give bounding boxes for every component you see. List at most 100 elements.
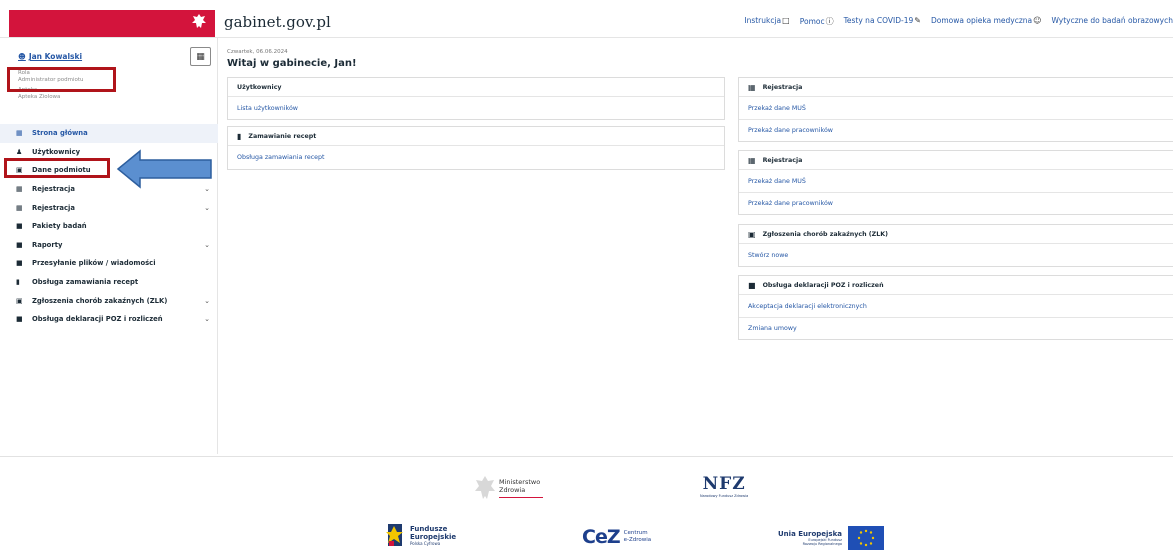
fe-sub: Polska Cyfrowa bbox=[410, 541, 441, 546]
card-uzytkownicy: Użytkownicy Lista użytkowników bbox=[227, 77, 725, 120]
site-name-link[interactable]: gabinet.gov.pl bbox=[224, 13, 331, 31]
sidebar-item-obsluga-recept[interactable]: ▮ Obsługa zamawiania recept bbox=[0, 273, 218, 292]
mz-line1: Ministerstwo bbox=[499, 477, 541, 486]
card-header: ▣ Zgłoszenia chorób zakaźnych (ZLK) bbox=[739, 225, 1173, 244]
link-przekaz-dane-pracownikow[interactable]: Przekaż dane pracowników bbox=[739, 192, 1173, 214]
fe-star-icon bbox=[386, 524, 403, 546]
logout-button[interactable]: ▦ bbox=[190, 47, 211, 66]
logo-ministerstwo-zdrowia[interactable]: Ministerstwo Zdrowia bbox=[474, 474, 543, 502]
eagle-emblem-icon bbox=[475, 476, 495, 499]
card-title: Zamawianie recept bbox=[248, 132, 317, 140]
cez-line2: e-Zdrowia bbox=[623, 537, 652, 543]
card-title: Rejestracja bbox=[762, 156, 803, 164]
logout-icon: ▦ bbox=[196, 51, 205, 62]
apteka-value: Apteka Ziolowa bbox=[18, 94, 61, 100]
document-icon: ■ bbox=[16, 222, 23, 231]
calendar-icon: ▦ bbox=[748, 82, 756, 92]
card-title: Obsługa deklaracji POZ i rozliczeń bbox=[762, 281, 884, 289]
card-rejestracja: ▦ Rejestracja Przekaż dane MUŚ Przekaż da… bbox=[738, 77, 1173, 142]
card-header: ▮ Zamawianie recept bbox=[228, 127, 724, 146]
sidebar-item-label: Raporty bbox=[32, 240, 63, 249]
current-date: Czwartek, 06.06.2024 bbox=[227, 49, 288, 55]
calendar-icon: ▦ bbox=[16, 185, 23, 194]
link-przekaz-dane-mus[interactable]: Przekaż dane MUŚ bbox=[739, 170, 1173, 192]
sidebar-item-label: Obsługa zamawiania recept bbox=[32, 278, 139, 287]
card-zamawianie-recept: ▮ Zamawianie recept Obsługa zamawiania re… bbox=[227, 126, 725, 170]
sidebar-item-rejestracja-2[interactable]: ▦ Rejestracja ⌄ bbox=[0, 198, 218, 217]
chevron-down-icon: ⌄ bbox=[204, 240, 210, 249]
nfz-text: NFZ bbox=[702, 474, 746, 494]
logo-nfz[interactable]: NFZ Narodowy Fundusz Zdrowia bbox=[700, 474, 748, 498]
chevron-down-icon: ⌄ bbox=[204, 315, 210, 324]
sidebar-item-label: Zgłoszenia chorób zakaźnych (ZLK) bbox=[32, 296, 168, 305]
book-icon: □ bbox=[782, 16, 790, 25]
nav-pomoc[interactable]: Pomocⓘ bbox=[800, 16, 834, 27]
document-icon: ■ bbox=[16, 315, 23, 324]
link-stworz-nowe[interactable]: Stwórz nowe bbox=[739, 244, 1173, 266]
fe-line1: Fundusze bbox=[410, 525, 448, 533]
nav-domowa-opieka[interactable]: Domowa opieka medyczna☺ bbox=[931, 16, 1041, 27]
card-title: Rejestracja bbox=[762, 83, 803, 91]
nav-label: Instrukcja bbox=[744, 16, 782, 25]
fe-line2: Europejskie bbox=[410, 533, 457, 541]
sidebar-item-label: Pakiety badań bbox=[32, 222, 87, 231]
logo-cez[interactable]: CeZ Centrum e-Zdrowia bbox=[582, 526, 651, 548]
cez-line1: Centrum bbox=[623, 530, 648, 536]
sidebar-item-przesylanie-plikow[interactable]: ■ Przesyłanie plików / wiadomości bbox=[0, 254, 218, 273]
document-icon: ■ bbox=[16, 240, 23, 249]
user-icon: ☻ bbox=[18, 52, 26, 61]
sidebar: ☻ Jan Kowalski ▦ Rola Administrator podm… bbox=[0, 38, 218, 454]
card-header: ▦ Rejestracja bbox=[739, 151, 1173, 170]
link-akceptacja-deklaracji[interactable]: Akceptacja deklaracji elektronicznych bbox=[739, 295, 1173, 317]
link-zmiana-umowy[interactable]: Zmiana umowy bbox=[739, 317, 1173, 339]
sidebar-item-raporty[interactable]: ■ Raporty ⌄ bbox=[0, 236, 218, 255]
calendar-icon: ▦ bbox=[748, 155, 756, 165]
calendar-icon: ▦ bbox=[16, 203, 23, 212]
cez-text: CeZ bbox=[582, 526, 621, 548]
mz-line2: Zdrowia bbox=[499, 485, 526, 494]
sidebar-item-zlk[interactable]: ▣ Zgłoszenia chorób zakaźnych (ZLK) ⌄ bbox=[0, 291, 218, 310]
card-title: Użytkownicy bbox=[228, 78, 724, 97]
nav-label: Wytyczne do badań obrazowych bbox=[1051, 16, 1173, 25]
app-root: gabinet.gov.pl Instrukcja□ Pomocⓘ Testy … bbox=[0, 0, 1173, 551]
grid-icon: ▦ bbox=[16, 129, 23, 138]
sidebar-item-strona-glowna[interactable]: ▦ Strona główna bbox=[0, 124, 218, 143]
link-przekaz-dane-pracownikow[interactable]: Przekaż dane pracowników bbox=[739, 119, 1173, 141]
nav-wytyczne[interactable]: Wytyczne do badań obrazowych bbox=[1051, 16, 1173, 27]
logo-unia-europejska[interactable]: Unia Europejska Europejski Fundusz Rozwo… bbox=[778, 526, 884, 550]
card-header: ▦ Rejestracja bbox=[739, 78, 1173, 97]
sidebar-item-label: Przesyłanie plików / wiadomości bbox=[32, 259, 156, 268]
sidebar-item-label: Rejestracja bbox=[32, 203, 75, 212]
brand-bar bbox=[9, 10, 215, 37]
clipboard-icon: ▣ bbox=[16, 296, 23, 305]
link-lista-uzytkownikow[interactable]: Lista użytkowników bbox=[228, 97, 724, 119]
link-obsluga-zamawiania-recept[interactable]: Obsługa zamawiania recept bbox=[228, 146, 724, 168]
user-profile-link[interactable]: ☻ Jan Kowalski bbox=[18, 52, 82, 61]
nav-testy-covid[interactable]: Testy na COVID-19✎ bbox=[844, 16, 921, 27]
sidebar-item-deklaracje-poz[interactable]: ■ Obsługa deklaracji POZ i rozliczeń ⌄ bbox=[0, 310, 218, 329]
role-highlight-box bbox=[7, 67, 116, 92]
sidebar-item-label: Obsługa deklaracji POZ i rozliczeń bbox=[32, 315, 163, 324]
card-zlk: ▣ Zgłoszenia chorób zakaźnych (ZLK) Stwór… bbox=[738, 224, 1173, 267]
sidebar-item-pakiety-badan[interactable]: ■ Pakiety badań bbox=[0, 217, 218, 236]
trash-icon: ▮ bbox=[16, 278, 20, 287]
chevron-down-icon: ⌄ bbox=[204, 296, 210, 305]
chevron-down-icon: ⌄ bbox=[204, 203, 210, 212]
sidebar-item-label: Rejestracja bbox=[32, 185, 75, 194]
user-name: Jan Kowalski bbox=[28, 52, 83, 61]
ue-line1: Unia Europejska bbox=[778, 530, 842, 538]
sidebar-item-label: Użytkownicy bbox=[32, 147, 81, 156]
sidebar-item-label: Strona główna bbox=[32, 129, 88, 138]
nav-instrukcja[interactable]: Instrukcja□ bbox=[744, 16, 789, 27]
eu-flag-icon bbox=[847, 526, 884, 550]
annotation-arrow-icon bbox=[116, 149, 212, 189]
link-przekaz-dane-mus[interactable]: Przekaż dane MUŚ bbox=[739, 97, 1173, 119]
dane-podmiotu-highlight-box bbox=[4, 158, 110, 178]
pencil-icon: ✎ bbox=[914, 16, 921, 25]
nav-label: Pomoc bbox=[799, 17, 825, 26]
nav-label: Domowa opieka medyczna bbox=[931, 16, 1033, 25]
people-icon: ☺ bbox=[1033, 16, 1042, 25]
card-rejestracja-2: ▦ Rejestracja Przekaż dane MUŚ Przekaż da… bbox=[738, 150, 1173, 215]
mz-underline bbox=[499, 496, 543, 499]
logo-fundusze-europejskie[interactable]: Fundusze Europejskie Polska Cyfrowa bbox=[386, 522, 456, 549]
